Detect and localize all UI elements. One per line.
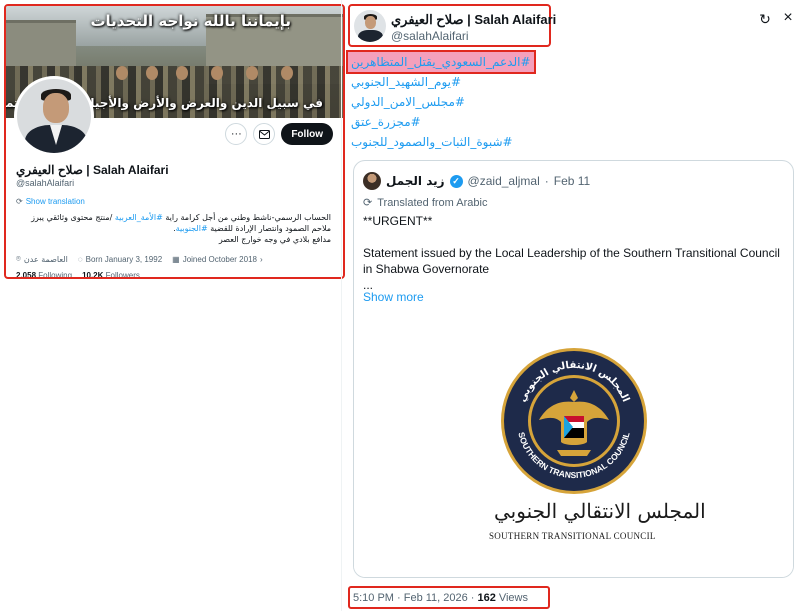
hashtag-link[interactable]: #الدعم_السعودي_يقتل_المتظاهرين xyxy=(346,50,536,74)
calendar-icon: ▦ xyxy=(172,254,180,264)
location-text: العاصمة عدن xyxy=(23,254,68,264)
hashtag-link[interactable]: #مجلس_الامن_الدولي xyxy=(351,92,465,112)
bio-line: ملاحم الصمود وانتصار الإرادة للقضية #الج… xyxy=(11,223,331,234)
quote-author-name[interactable]: زيد الجمل xyxy=(386,174,445,188)
profile-card: بإيماننا بالله نواجه التحديات في سبيل ال… xyxy=(4,4,345,279)
show-translation-link[interactable]: ⟳ Show translation xyxy=(16,197,85,206)
quote-line: ... xyxy=(363,278,374,292)
translated-notice: ⟳ Translated from Arabic xyxy=(363,196,488,210)
profile-location: ⌾ العاصمة عدن xyxy=(16,254,68,264)
show-more-link[interactable]: Show more xyxy=(363,290,424,304)
quote-media[interactable]: المجلس الانتقالي الجنوبي SOUTHERN TRANSI… xyxy=(354,321,793,577)
hashtag-link[interactable]: #يوم_الشهيد_الجنوبي xyxy=(351,72,461,92)
quote-line: Statement issued by the Local Leadership… xyxy=(363,246,780,276)
balloon-icon: ◌ xyxy=(77,254,83,264)
profile-display-name: صلاح العيفري | Salah Alaifari xyxy=(16,163,169,177)
profile-bio: الحساب الرسمي-ناشط وطني من أجل كرامة راي… xyxy=(11,212,331,245)
tweet-hashtags: #الدعم_السعودي_يقتل_المتظاهرين #يوم_الشه… xyxy=(346,50,561,152)
followers-label: Followers xyxy=(105,271,140,279)
followers-stat[interactable]: 10.2K Followers xyxy=(82,271,140,279)
quote-author-handle[interactable]: @zaid_aljmal xyxy=(468,174,540,188)
bio-text: /منتج محتوى وثائقي يبرز xyxy=(31,213,113,222)
refresh-icon[interactable]: ↻ xyxy=(757,11,773,27)
chevron-right-icon: › xyxy=(259,254,263,264)
profile-meta: ⌾ العاصمة عدن ◌ Born January 3, 1992 ▦ Join… xyxy=(16,254,263,264)
stc-arabic-wordmark: المجلس الانتقالي الجنوبي xyxy=(494,499,706,523)
profile-birthday: ◌ Born January 3, 1992 xyxy=(78,254,162,264)
quoted-tweet[interactable]: زيد الجمل ✓ @zaid_aljmal · Feb 11 ⟳ Tran… xyxy=(353,160,794,578)
following-count: 2,058 xyxy=(16,271,37,279)
quote-avatar[interactable] xyxy=(363,172,381,190)
following-stat[interactable]: 2,058 Following xyxy=(16,271,73,279)
translated-label: Translated from Arabic xyxy=(377,196,488,209)
banner-figure xyxy=(146,66,158,80)
followers-count: 10.2K xyxy=(82,271,104,279)
bio-text: الحساب الرسمي-ناشط وطني من أجل كرامة راي… xyxy=(165,213,331,222)
location-pin-icon: ⌾ xyxy=(16,254,21,263)
translate-icon: ⟳ xyxy=(16,197,23,206)
views-count: 162 xyxy=(477,591,496,604)
message-button[interactable] xyxy=(253,123,276,145)
quote-date[interactable]: Feb 11 xyxy=(554,174,590,188)
verified-badge-icon: ✓ xyxy=(449,174,463,188)
bio-line: الحساب الرسمي-ناشط وطني من أجل كرامة راي… xyxy=(11,212,331,223)
profile-stats: 2,058 Following 10.2K Followers xyxy=(16,271,140,279)
follow-button[interactable]: Follow xyxy=(281,123,333,145)
bio-line: مدافع بلادي في وجه خوارج العصر xyxy=(218,235,331,244)
more-options-button[interactable]: ··· xyxy=(225,123,248,145)
show-translation-label: Show translation xyxy=(25,197,85,206)
profile-actions: ··· Follow xyxy=(225,123,333,145)
tweet-meta: 5:10 PM · Feb 11, 2026 · 162 Views xyxy=(348,586,550,609)
banner-figure xyxy=(281,66,293,80)
quote-body: **URGENT** Statement issued by the Local… xyxy=(363,213,788,293)
following-label: Following xyxy=(38,271,73,279)
bio-hashtag[interactable]: #الأمة_العربية xyxy=(115,213,163,222)
joined-text: Joined October 2018 xyxy=(182,254,257,264)
tweet-author[interactable]: صلاح العيفري | Salah Alaifari @salahAlai… xyxy=(348,4,556,47)
bio-text: ملاحم الصمود وانتصار الإرادة للقضية xyxy=(210,224,331,233)
separator-dot: · xyxy=(544,174,549,188)
profile-avatar[interactable] xyxy=(14,76,94,156)
close-icon[interactable]: × xyxy=(781,10,795,26)
hashtag-link[interactable]: #شبوة_الثبات_والصمود_للجنوب xyxy=(351,132,513,152)
quote-header: زيد الجمل ✓ @zaid_aljmal · Feb 11 xyxy=(363,172,590,190)
banner-figure xyxy=(246,66,258,80)
envelope-icon xyxy=(258,129,270,139)
views-label: Views xyxy=(498,591,528,604)
hashtag-link[interactable]: #مجزرة_عتق xyxy=(351,112,421,132)
profile-joined[interactable]: ▦ Joined October 2018 › xyxy=(172,254,263,264)
stc-emblem-icon: المجلس الانتقالي الجنوبي SOUTHERN TRANSI… xyxy=(501,348,647,494)
author-handle[interactable]: @salahAlaifari xyxy=(391,29,469,43)
tweet-timestamp[interactable]: 5:10 PM · Feb 11, 2026 · xyxy=(353,592,474,604)
author-avatar[interactable] xyxy=(354,10,386,42)
banner-figure xyxy=(211,66,223,80)
quote-line: **URGENT** xyxy=(363,214,433,228)
translate-icon: ⟳ xyxy=(363,197,373,209)
banner-caption-top: بإيماننا بالله نواجه التحديات xyxy=(90,12,291,30)
birthday-text: Born January 3, 1992 xyxy=(85,254,163,264)
profile-handle: @salahAlaifari xyxy=(16,178,75,188)
banner-figure xyxy=(116,66,128,80)
column-divider xyxy=(341,0,342,611)
author-display-name[interactable]: صلاح العيفري | Salah Alaifari xyxy=(391,12,556,28)
bio-hashtag[interactable]: #الجنوبية xyxy=(176,224,208,233)
stc-english-wordmark: SOUTHERN TRANSITIONAL COUNCIL xyxy=(489,531,656,541)
banner-figure xyxy=(176,66,188,80)
